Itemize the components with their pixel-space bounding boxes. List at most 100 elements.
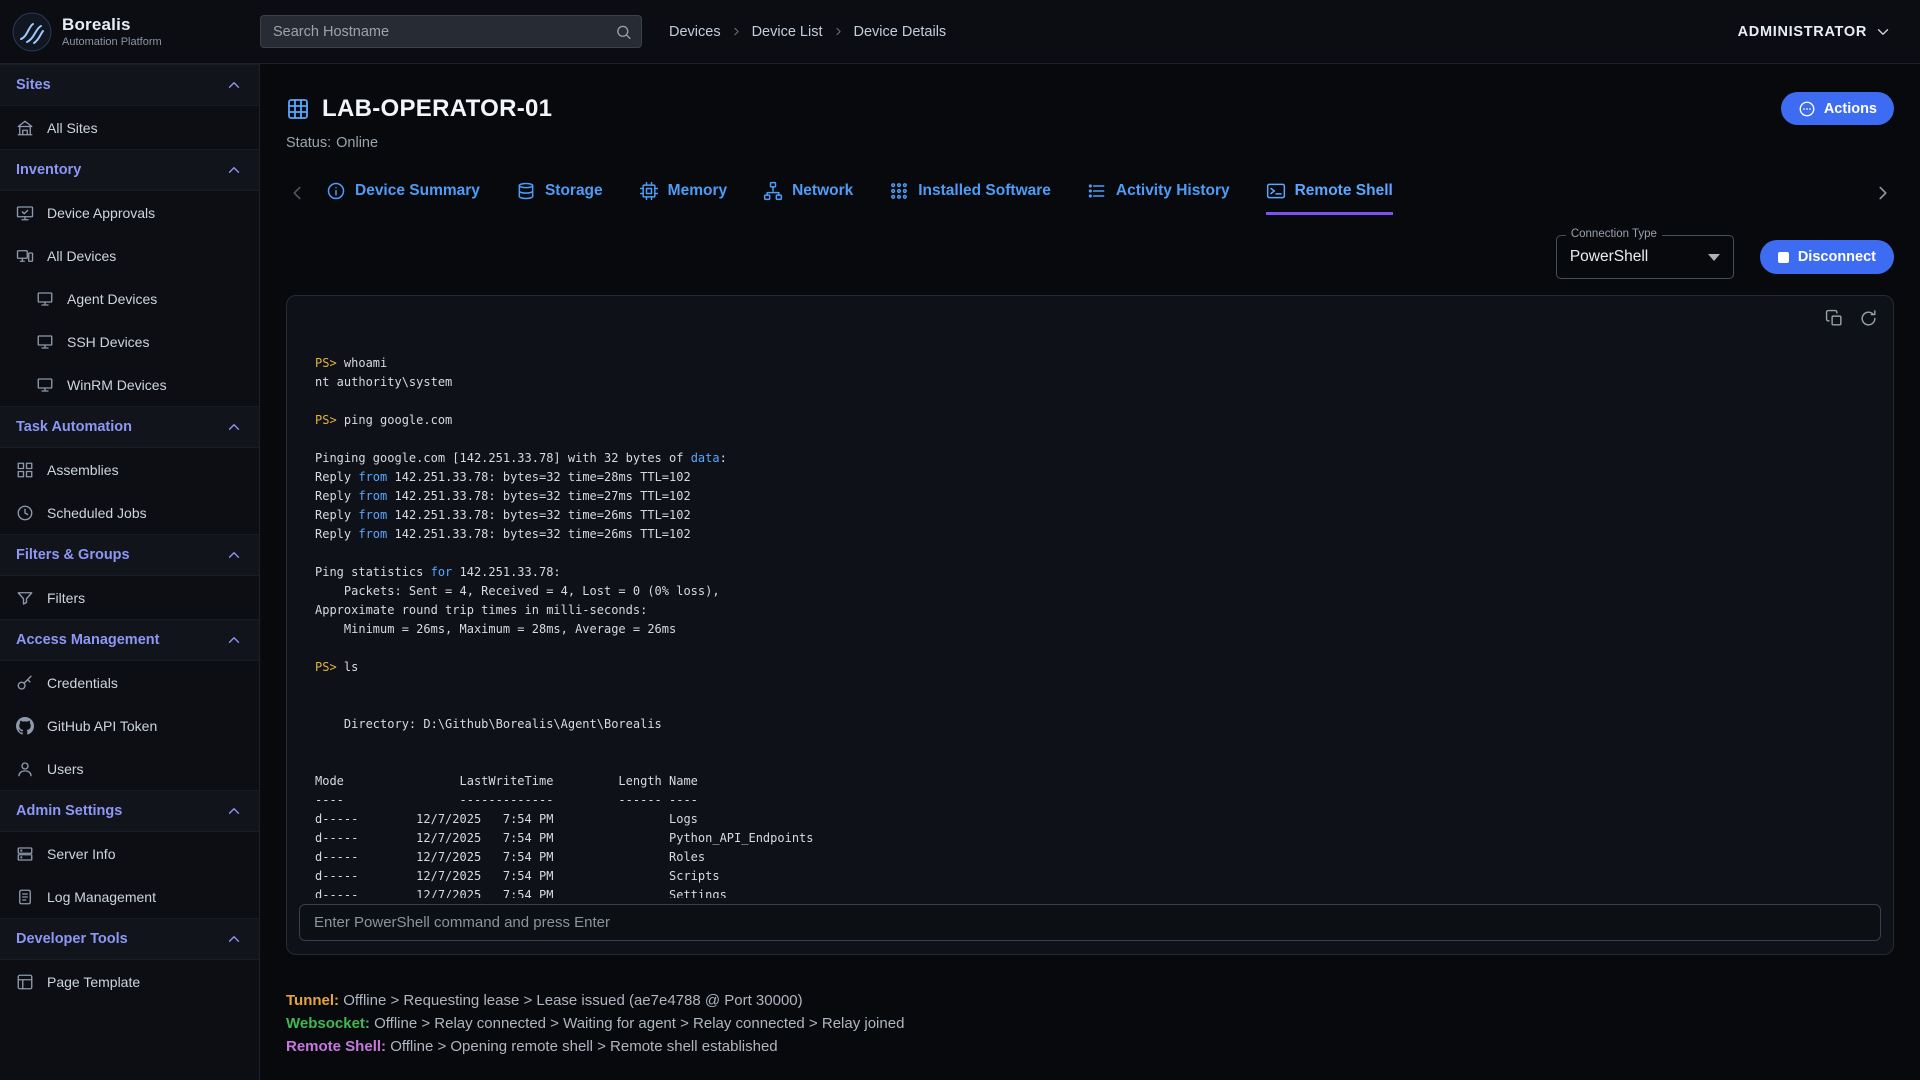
- sidebar-item-ssh-devices[interactable]: SSH Devices: [0, 320, 259, 363]
- brand: Borealis Automation Platform: [12, 12, 260, 52]
- breadcrumb-separator: [832, 25, 845, 38]
- sidebar-section-access-management[interactable]: Access Management: [0, 619, 259, 661]
- tab-activity-history[interactable]: Activity History: [1087, 181, 1230, 215]
- search-input[interactable]: [260, 15, 642, 48]
- key-icon: [16, 674, 34, 692]
- sidebar-item-winrm-devices[interactable]: WinRM Devices: [0, 363, 259, 406]
- sidebar-item-scheduled-jobs[interactable]: Scheduled Jobs: [0, 491, 259, 534]
- chevron-right-icon: [1872, 182, 1894, 204]
- sidebar-item-github-api-token[interactable]: GitHub API Token: [0, 704, 259, 747]
- shell-command-input[interactable]: [299, 904, 1881, 941]
- terminal-line: d----- 12/7/2025 7:54 PM Logs: [315, 810, 1865, 829]
- search-icon: [615, 23, 632, 40]
- terminal-line: [315, 639, 1865, 658]
- tab-device-summary[interactable]: Device Summary: [326, 181, 480, 215]
- sidebar-section-label: Access Management: [16, 632, 159, 648]
- terminal-line: nt authority\system: [315, 373, 1865, 392]
- actions-button[interactable]: Actions: [1781, 92, 1894, 125]
- tab-label: Storage: [545, 182, 603, 200]
- sidebar-item-filters[interactable]: Filters: [0, 576, 259, 619]
- shell-icon: [1266, 181, 1286, 201]
- refresh-button[interactable]: [1859, 309, 1878, 328]
- terminal-line: Mode LastWriteTime Length Name: [315, 772, 1865, 791]
- terminal-line: Reply from 142.251.33.78: bytes=32 time=…: [315, 487, 1865, 506]
- status-line-remote-shell: Remote Shell: Offline > Opening remote s…: [286, 1035, 1894, 1058]
- tab-installed-software[interactable]: Installed Software: [889, 181, 1051, 215]
- connection-row: Connection Type PowerShell Disconnect: [286, 235, 1894, 279]
- sidebar-item-all-devices[interactable]: All Devices: [0, 234, 259, 277]
- devices-icon: [16, 247, 34, 265]
- grid-icon: [16, 461, 34, 479]
- status-line-tunnel: Tunnel: Offline > Requesting lease > Lea…: [286, 989, 1894, 1012]
- sidebar-item-all-sites[interactable]: All Sites: [0, 106, 259, 149]
- tabs-scroll-left-button[interactable]: [286, 182, 308, 215]
- brand-name: Borealis: [62, 15, 162, 35]
- device-icon: [286, 97, 310, 121]
- device-status-value: Online: [336, 135, 378, 151]
- sidebar-section-label: Developer Tools: [16, 931, 128, 947]
- terminal-line: Ping statistics for 142.251.33.78:: [315, 563, 1865, 582]
- tab-memory[interactable]: Memory: [639, 181, 727, 215]
- user-menu[interactable]: ADMINISTRATOR: [1738, 23, 1892, 41]
- terminal-line: [315, 677, 1865, 696]
- status-line-label: Websocket:: [286, 1015, 370, 1032]
- log-icon: [16, 888, 34, 906]
- template-icon: [16, 973, 34, 991]
- sidebar-section-developer-tools[interactable]: Developer Tools: [0, 918, 259, 960]
- tab-network[interactable]: Network: [763, 181, 853, 215]
- copy-button[interactable]: [1825, 309, 1844, 328]
- tab-storage[interactable]: Storage: [516, 181, 603, 215]
- server-icon: [16, 845, 34, 863]
- borealis-logo: [12, 12, 52, 52]
- tab-remote-shell[interactable]: Remote Shell: [1266, 181, 1393, 215]
- sidebar-item-assemblies[interactable]: Assemblies: [0, 448, 259, 491]
- terminal-actions: [1825, 309, 1878, 328]
- sidebar-section-label: Admin Settings: [16, 803, 122, 819]
- sidebar-item-credentials[interactable]: Credentials: [0, 661, 259, 704]
- sidebar-item-page-template[interactable]: Page Template: [0, 960, 259, 1003]
- sidebar-item-label: Credentials: [47, 675, 118, 691]
- sidebar-section-filters-groups[interactable]: Filters & Groups: [0, 534, 259, 576]
- sidebar-item-agent-devices[interactable]: Agent Devices: [0, 277, 259, 320]
- status-line-text: Offline > Requesting lease > Lease issue…: [339, 992, 803, 1009]
- memory-icon: [639, 181, 659, 201]
- sidebar-item-label: Filters: [47, 590, 85, 606]
- sidebar-section-sites[interactable]: Sites: [0, 64, 259, 106]
- terminal-line: d----- 12/7/2025 7:54 PM Settings: [315, 886, 1865, 898]
- sidebar-section-label: Sites: [16, 77, 51, 93]
- status-line-websocket: Websocket: Offline > Relay connected > W…: [286, 1012, 1894, 1035]
- terminal-line: Approximate round trip times in milli-se…: [315, 601, 1865, 620]
- status-lines: Tunnel: Offline > Requesting lease > Lea…: [286, 989, 1894, 1058]
- terminal-output[interactable]: PS> whoamint authority\system PS> ping g…: [287, 296, 1893, 898]
- tab-bar: Device Summary Storage Memory Network Instal…: [286, 181, 1894, 215]
- user-icon: [16, 760, 34, 778]
- breadcrumb-item-devices[interactable]: Devices: [669, 24, 721, 40]
- sidebar-item-device-approvals[interactable]: Device Approvals: [0, 191, 259, 234]
- tabs-scroll-right-button[interactable]: [1872, 182, 1894, 215]
- terminal-line: [315, 392, 1865, 411]
- terminal-line: d----- 12/7/2025 7:54 PM Scripts: [315, 867, 1865, 886]
- search-icon: [615, 23, 632, 40]
- sidebar-item-log-management[interactable]: Log Management: [0, 875, 259, 918]
- monitor-icon: [36, 376, 54, 394]
- terminal-line: d----- 12/7/2025 7:54 PM Roles: [315, 848, 1865, 867]
- breadcrumb-item-device-details[interactable]: Device Details: [854, 24, 947, 40]
- tab-label: Installed Software: [918, 182, 1051, 200]
- sidebar-section-admin-settings[interactable]: Admin Settings: [0, 790, 259, 832]
- sidebar-section-task-automation[interactable]: Task Automation: [0, 406, 259, 448]
- sidebar-item-server-info[interactable]: Server Info: [0, 832, 259, 875]
- sidebar-item-users[interactable]: Users: [0, 747, 259, 790]
- connection-type-select[interactable]: Connection Type PowerShell: [1556, 235, 1734, 279]
- sidebar-section-inventory[interactable]: Inventory: [0, 149, 259, 191]
- breadcrumb-item-device-list[interactable]: Device List: [752, 24, 823, 40]
- chevron-down-icon: [1874, 23, 1892, 41]
- terminal-line: Minimum = 26ms, Maximum = 28ms, Average …: [315, 620, 1865, 639]
- disconnect-button[interactable]: Disconnect: [1760, 240, 1894, 274]
- tab-list: Device Summary Storage Memory Network Instal…: [326, 181, 1393, 215]
- actions-button-label: Actions: [1824, 101, 1877, 117]
- chevron-up-icon: [225, 930, 243, 948]
- terminal-line: [315, 544, 1865, 563]
- sidebar-item-label: Device Approvals: [47, 205, 155, 221]
- breadcrumb: Devices Device List Device Details: [669, 24, 946, 40]
- sidebar-item-label: Agent Devices: [67, 291, 157, 307]
